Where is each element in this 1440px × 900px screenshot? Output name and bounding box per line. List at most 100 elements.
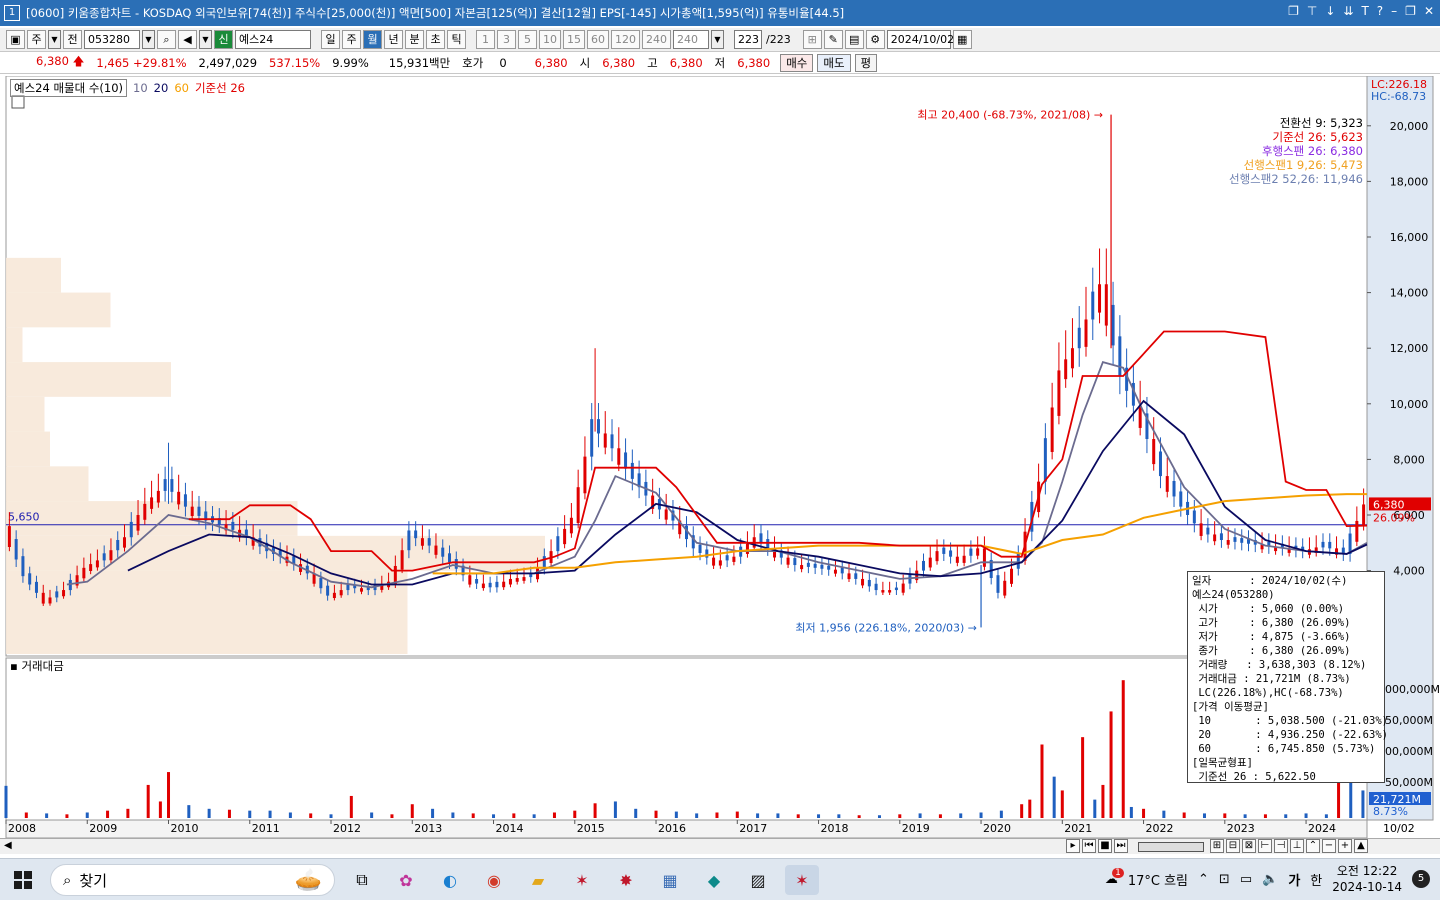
clock[interactable]: 오전 12:22 2024-10-14	[1332, 863, 1402, 895]
display-icon[interactable]: ▭	[1240, 872, 1252, 887]
forward-icon[interactable]: ⏭	[1114, 839, 1128, 853]
timeframe-year[interactable]: 년	[384, 30, 403, 49]
stock-name-field[interactable]: 예스24	[235, 30, 311, 49]
timeframe-tick[interactable]: 틱	[447, 30, 466, 49]
code-dropdown-icon[interactable]: ▼	[142, 30, 155, 49]
sell-button[interactable]: 매도	[817, 54, 851, 72]
candle-body	[1219, 533, 1223, 541]
grid2-icon[interactable]: ⊟	[1226, 839, 1240, 853]
app-teal-icon[interactable]: ◆	[697, 865, 731, 895]
minimize-icon[interactable]: –	[1391, 4, 1397, 18]
branch-icon[interactable]: ⊢	[1258, 839, 1272, 853]
timeframe-week[interactable]: 주	[342, 30, 361, 49]
lang-indicator[interactable]: 가	[1288, 870, 1300, 889]
legend-main[interactable]: 예스24 매물대 수(10)	[10, 79, 128, 97]
timeframe-second[interactable]: 초	[426, 30, 445, 49]
file-explorer-icon[interactable]: ▰	[521, 865, 555, 895]
layout-icon[interactable]: ▣	[6, 30, 25, 49]
bar-count-input[interactable]: 223	[734, 30, 762, 49]
zoom-in-icon[interactable]: +	[1338, 839, 1352, 853]
calendar-icon[interactable]: ▦	[952, 30, 972, 49]
scroll-left-icon[interactable]: ◀	[4, 840, 12, 851]
chrome-icon[interactable]: ◉	[477, 865, 511, 895]
window-number[interactable]: 1	[4, 5, 20, 21]
draw-tool-icon[interactable]: ✎	[823, 30, 843, 49]
chevron-up-icon[interactable]: ⌃	[1306, 839, 1320, 853]
kiwoom-icon[interactable]: ✶	[565, 865, 599, 895]
pin-icon[interactable]: ⊤	[1307, 4, 1317, 18]
copilot-icon[interactable]: ✿	[389, 865, 423, 895]
next-icon[interactable]: ▸	[1066, 839, 1080, 853]
help-icon[interactable]: ?	[1377, 4, 1383, 18]
timeframe-day[interactable]: 일	[321, 30, 340, 49]
task-view-icon[interactable]: ⧉	[345, 865, 379, 895]
interval-10[interactable]: 10	[539, 30, 561, 49]
speaker-icon[interactable]: ◀	[178, 30, 197, 49]
prev-button[interactable]: 전	[63, 30, 82, 49]
x-tick-label: 2012	[333, 822, 361, 835]
kiwoom-active-icon[interactable]: ✶	[785, 865, 819, 895]
candle-body	[982, 548, 986, 567]
interval-custom[interactable]: 240	[673, 30, 709, 49]
close-icon[interactable]: ✕	[1424, 4, 1434, 18]
maximize-icon[interactable]: ❐	[1405, 4, 1416, 18]
scroll-up-icon[interactable]: ▲	[1354, 839, 1368, 853]
interval-1[interactable]: 1	[476, 30, 495, 49]
pie-decoration-icon: 🥧	[294, 867, 322, 893]
buy-button[interactable]: 매수	[780, 54, 814, 72]
minimize-all-icon[interactable]: ⇊	[1343, 4, 1353, 18]
grid3-icon[interactable]: ⊠	[1242, 839, 1256, 853]
credit-badge[interactable]: 신	[214, 30, 233, 49]
network-icon[interactable]: ⊡	[1219, 872, 1230, 887]
save-icon[interactable]: ▤	[844, 30, 864, 49]
stop-icon[interactable]: ■	[1098, 839, 1112, 853]
chevron-up-icon[interactable]: ⌃	[1198, 872, 1209, 887]
interval-15[interactable]: 15	[563, 30, 585, 49]
horizontal-scrollbar[interactable]: ◀ ▸ ⏮ ■ ⏭ ⊞ ⊟ ⊠ ⊢ ⊣ ⊥ ⌃ − + ▲	[0, 838, 1440, 854]
volume-bar	[24, 812, 28, 818]
split-icon[interactable]: ⊥	[1290, 839, 1304, 853]
gear-icon[interactable]: ⚙	[865, 30, 885, 49]
interval-3[interactable]: 3	[497, 30, 516, 49]
weather-text[interactable]: 17°C 흐림	[1128, 870, 1188, 889]
candle-body	[563, 528, 567, 545]
notification-badge[interactable]: 5	[1412, 870, 1430, 888]
restore-icon[interactable]: ❐	[1288, 4, 1299, 18]
taskbar-search[interactable]: ⌕ 찾기 🥧	[50, 864, 335, 896]
speaker-dropdown-icon[interactable]: ▼	[199, 30, 212, 49]
timeframe-month[interactable]: 월	[363, 30, 382, 49]
arrow-down-icon[interactable]: ↓	[1325, 4, 1335, 18]
volume-tick-label: 50,000M	[1385, 714, 1433, 727]
search-icon[interactable]: ⌕	[157, 30, 176, 49]
interval-60[interactable]: 60	[587, 30, 609, 49]
calculator-icon[interactable]: ▦	[653, 865, 687, 895]
interval-120[interactable]: 120	[611, 30, 640, 49]
crosshair-icon[interactable]: ⊞	[802, 30, 822, 49]
grid-icon[interactable]: ⊞	[1210, 839, 1224, 853]
weather-icon[interactable]: ☁ 1	[1105, 867, 1124, 887]
interval-240[interactable]: 240	[642, 30, 671, 49]
windows-start-icon[interactable]	[14, 871, 32, 889]
stock-code-input[interactable]: 053280	[84, 30, 140, 49]
period-select[interactable]: 주	[27, 30, 46, 49]
kiwoom2-icon[interactable]: ✸	[609, 865, 643, 895]
candle-body	[840, 567, 844, 574]
sticky-notes-icon[interactable]: ▨	[741, 865, 775, 895]
candle-body	[800, 565, 804, 570]
scroll-thumb[interactable]	[1138, 842, 1204, 852]
chevron-down-icon[interactable]: ▼	[48, 30, 61, 49]
candle-body	[969, 548, 973, 556]
zoom-out-icon[interactable]: −	[1322, 839, 1336, 853]
timeframe-minute[interactable]: 분	[405, 30, 424, 49]
fork-icon[interactable]: ⊣	[1274, 839, 1288, 853]
edge-icon[interactable]: ◐	[433, 865, 467, 895]
ime-indicator[interactable]: 한	[1310, 870, 1322, 889]
chart-area[interactable]: 4,000 6,000 8,000 10,000 12,000 14,000 16,000 1…	[0, 76, 1440, 839]
rewind-icon[interactable]: ⏮	[1082, 839, 1096, 853]
interval-dropdown-icon[interactable]: ▼	[711, 30, 724, 49]
font-icon[interactable]: T	[1361, 4, 1368, 18]
volume-icon[interactable]: 🔈	[1262, 872, 1278, 887]
interval-5[interactable]: 5	[518, 30, 537, 49]
flat-button[interactable]: 평	[854, 54, 878, 72]
date-input[interactable]: 2024/10/02	[886, 30, 954, 49]
